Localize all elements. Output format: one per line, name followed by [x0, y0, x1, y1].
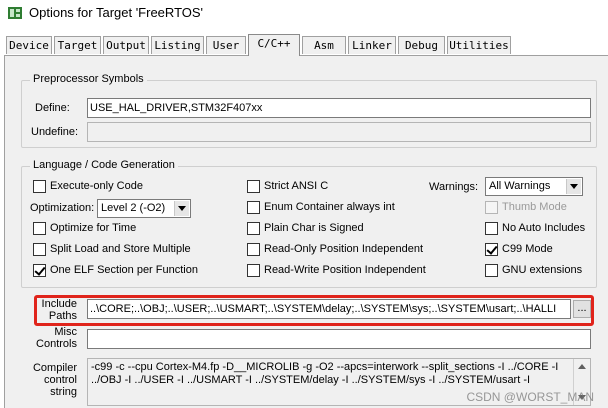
- enum-container-checkbox[interactable]: [247, 201, 260, 214]
- enum-container-label: Enum Container always int: [264, 201, 395, 213]
- split-load-checkbox[interactable]: [33, 243, 46, 256]
- tab-target[interactable]: Target: [54, 36, 101, 54]
- tab-listing[interactable]: Listing: [151, 36, 204, 54]
- compiler-string-label: Compiler control string: [31, 362, 77, 398]
- tab-user[interactable]: User: [206, 36, 246, 54]
- tab-linker[interactable]: Linker: [348, 36, 396, 54]
- c99-mode-checkbox[interactable]: [485, 243, 498, 256]
- tab-asm[interactable]: Asm: [302, 36, 346, 54]
- warnings-label: Warnings:: [429, 181, 479, 193]
- compiler-string-label-line1: Compiler: [32, 362, 77, 374]
- warnings-select-value: All Warnings: [489, 180, 551, 192]
- optimization-select[interactable]: Level 2 (-O2): [97, 199, 191, 218]
- tab-strip: Device Target Output Listing User C/C++ …: [0, 34, 608, 56]
- ro-position-checkbox[interactable]: [247, 243, 260, 256]
- include-paths-label-line1: Include: [41, 298, 77, 310]
- tab-c-cpp[interactable]: C/C++: [248, 34, 300, 56]
- gnu-extensions-checkbox[interactable]: [485, 264, 498, 277]
- include-paths-browse-button[interactable]: ...: [573, 300, 591, 318]
- title-bar: Options for Target 'FreeRTOS': [0, 0, 608, 26]
- undefine-label: Undefine:: [31, 126, 79, 138]
- compiler-string-label-line2: control: [43, 374, 77, 386]
- rw-position-label: Read-Write Position Independent: [264, 264, 426, 276]
- define-label: Define:: [35, 102, 70, 114]
- tab-panel: Preprocessor Symbols Define: USE_HAL_DRI…: [4, 55, 608, 408]
- strict-ansi-label: Strict ANSI C: [264, 180, 329, 192]
- undefine-input[interactable]: [87, 122, 591, 142]
- window-title: Options for Target 'FreeRTOS': [29, 5, 204, 20]
- preprocessor-group-title: Preprocessor Symbols: [30, 73, 147, 85]
- include-paths-input[interactable]: ..\CORE;..\OBJ;..\USER;..\USMART;..\SYST…: [87, 299, 571, 319]
- strict-ansi-checkbox[interactable]: [247, 180, 260, 193]
- include-paths-label: Include Paths: [33, 298, 77, 322]
- thumb-mode-checkbox[interactable]: [485, 201, 498, 214]
- misc-controls-input[interactable]: [87, 329, 591, 349]
- compiler-string-value: -c99 -c --cpu Cortex-M4.fp -D__MICROLIB …: [91, 361, 559, 386]
- optimize-time-checkbox[interactable]: [33, 222, 46, 235]
- warnings-select[interactable]: All Warnings: [485, 177, 583, 196]
- one-elf-label: One ELF Section per Function: [50, 264, 198, 276]
- watermark: CSDN @WORST_MAN: [466, 390, 594, 404]
- gnu-extensions-label: GNU extensions: [502, 264, 583, 276]
- chevron-down-icon: [566, 179, 581, 194]
- chevron-down-icon: [174, 201, 189, 216]
- no-auto-includes-label: No Auto Includes: [502, 222, 586, 234]
- execute-only-label: Execute-only Code: [50, 180, 143, 192]
- optimize-time-label: Optimize for Time: [50, 222, 137, 234]
- execute-only-checkbox[interactable]: [33, 180, 46, 193]
- scroll-up-icon[interactable]: [578, 364, 586, 369]
- language-group-title: Language / Code Generation: [30, 159, 178, 171]
- include-paths-label-line2: Paths: [48, 310, 77, 322]
- rw-position-checkbox[interactable]: [247, 264, 260, 277]
- optimization-label: Optimization:: [30, 202, 95, 214]
- optimization-select-value: Level 2 (-O2): [101, 202, 166, 214]
- compiler-string-label-line3: string: [50, 386, 77, 398]
- tab-debug[interactable]: Debug: [398, 36, 445, 54]
- plain-char-label: Plain Char is Signed: [264, 222, 364, 234]
- no-auto-includes-checkbox[interactable]: [485, 222, 498, 235]
- misc-controls-label-line1: Misc: [54, 326, 77, 338]
- define-input[interactable]: USE_HAL_DRIVER,STM32F407xx: [87, 98, 591, 118]
- split-load-label: Split Load and Store Multiple: [50, 243, 191, 255]
- c99-mode-label: C99 Mode: [502, 243, 553, 255]
- keil-app-icon: [8, 7, 22, 19]
- misc-controls-label-line2: Controls: [36, 338, 77, 350]
- tab-device[interactable]: Device: [6, 36, 52, 54]
- one-elf-checkbox[interactable]: [33, 264, 46, 277]
- misc-controls-label: Misc Controls: [33, 326, 77, 350]
- tab-output[interactable]: Output: [103, 36, 149, 54]
- thumb-mode-label: Thumb Mode: [502, 201, 567, 213]
- tab-utilities[interactable]: Utilities: [447, 36, 511, 54]
- ro-position-label: Read-Only Position Independent: [264, 243, 423, 255]
- plain-char-checkbox[interactable]: [247, 222, 260, 235]
